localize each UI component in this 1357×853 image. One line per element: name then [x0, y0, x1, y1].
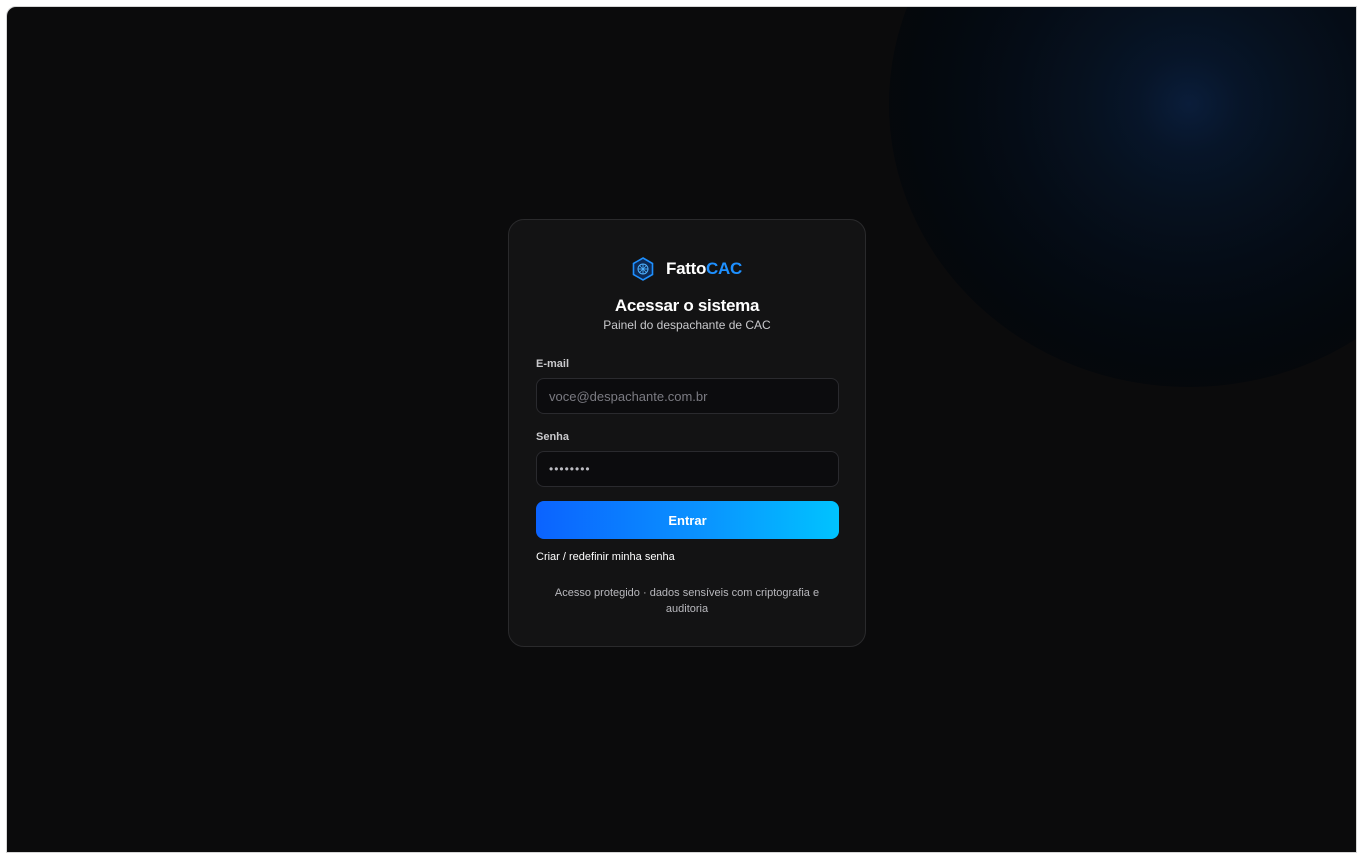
- reset-password-link[interactable]: Criar / redefinir minha senha: [536, 551, 675, 563]
- email-label: E-mail: [536, 358, 570, 370]
- hexagon-grid-icon: [632, 257, 654, 281]
- page-title: Acessar o sistema: [614, 296, 760, 315]
- brand-name: FattoCAC: [666, 259, 742, 279]
- email-field[interactable]: voce@despachante.com.br: [536, 378, 839, 414]
- password-field[interactable]: ••••••••: [536, 451, 839, 487]
- login-button-label: Entrar: [668, 512, 707, 528]
- app-viewport: FattoCAC Acessar o sistema Painel do des…: [6, 6, 1357, 853]
- page-subtitle: Painel do despachante de CAC: [603, 318, 771, 332]
- login-button[interactable]: Entrar: [536, 501, 839, 539]
- brand-name-part2: CAC: [706, 259, 742, 278]
- background-glow: [889, 7, 1356, 387]
- email-placeholder: voce@despachante.com.br: [549, 388, 708, 404]
- security-footnote: Acesso protegido · dados sensíveis com c…: [554, 587, 820, 615]
- brand-logo: FattoCAC: [509, 256, 865, 282]
- password-label: Senha: [536, 431, 570, 443]
- brand-name-part1: Fatto: [666, 259, 707, 278]
- password-value: ••••••••: [549, 462, 591, 476]
- login-card: FattoCAC Acessar o sistema Painel do des…: [508, 219, 866, 647]
